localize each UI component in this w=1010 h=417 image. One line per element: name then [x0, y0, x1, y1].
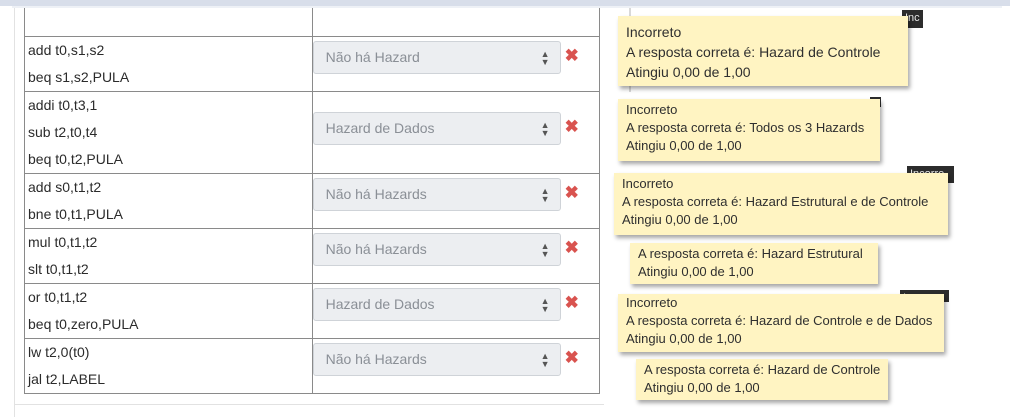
answer-select[interactable]: Não há Hazard ▲ ▼	[312, 41, 561, 74]
content-bottom-border	[14, 404, 604, 405]
incorrect-icon: ✖	[564, 238, 579, 257]
feedback-correct-answer: A resposta correta é: Hazard Estrutural	[638, 246, 863, 261]
answer-select[interactable]: Hazard de Dados ▲ ▼	[312, 112, 561, 145]
code-cell: add t0,s1,s2 beq s1,s2,PULA	[24, 36, 313, 92]
code-line: jal t2,LABEL	[28, 371, 106, 387]
incorrect-icon: ✖	[564, 46, 579, 65]
table-row: or t0,t1,t2 beq t0,zero,PULA Hazard de D…	[24, 283, 601, 339]
code-cell: mul t0,t1,t2 slt t0,t1,t2	[24, 228, 313, 284]
answer-cell	[311, 8, 601, 37]
code-line: bne t0,t1,PULA	[28, 206, 123, 222]
code-line: sub t2,t0,t4	[28, 124, 98, 140]
incorrect-icon: ✖	[564, 183, 579, 202]
feedback-score: Atingiu 0,00 de 1,00	[626, 64, 751, 80]
code-line: lw t2,0(t0)	[28, 344, 90, 360]
answer-select-value: Hazard de Dados	[325, 296, 435, 312]
table-row	[24, 8, 601, 37]
answer-select-value: Hazard de Dados	[325, 120, 435, 136]
feedback-score: Atingiu 0,00 de 1,00	[626, 138, 742, 153]
select-arrows-icon: ▲ ▼	[540, 120, 550, 138]
answer-cell: Hazard de Dados ▲ ▼ ✖	[311, 283, 601, 339]
select-arrows-icon: ▲ ▼	[540, 296, 550, 314]
answer-select[interactable]: Não há Hazards ▲ ▼	[312, 343, 561, 376]
table-row: mul t0,t1,t2 slt t0,t1,t2 Não há Hazards…	[24, 228, 601, 284]
answer-select-value: Não há Hazards	[325, 351, 427, 367]
feedback-tooltip: A resposta correta é: Hazard Estrutural …	[630, 243, 878, 284]
feedback-correct-answer: A resposta correta é: Hazard de Controle…	[626, 313, 933, 328]
code-line: mul t0,t1,t2	[28, 234, 98, 250]
table-row: add t0,s1,s2 beq s1,s2,PULA Não há Hazar…	[24, 36, 601, 92]
feedback-tooltip: Incorreto A resposta correta é: Hazard E…	[614, 173, 948, 235]
answer-select[interactable]: Não há Hazards ▲ ▼	[312, 178, 561, 211]
code-line: add t0,s1,s2	[28, 42, 105, 58]
code-line: beq t0,t2,PULA	[28, 151, 123, 167]
answer-cell: Não há Hazards ▲ ▼ ✖	[311, 228, 601, 284]
code-line: add s0,t1,t2	[28, 179, 102, 195]
feedback-correct-answer: A resposta correta é: Hazard de Controle	[626, 44, 881, 60]
feedback-correct-answer: A resposta correta é: Hazard de Controle	[644, 362, 881, 377]
incorrect-icon: ✖	[564, 117, 579, 136]
answer-cell: Não há Hazard ▲ ▼ ✖	[311, 36, 601, 92]
feedback-status: Incorreto	[622, 176, 674, 191]
incorrect-icon: ✖	[564, 348, 579, 367]
select-arrows-icon: ▲ ▼	[540, 186, 550, 204]
answer-select-value: Não há Hazards	[325, 241, 427, 257]
table-row: add s0,t1,t2 bne t0,t1,PULA Não há Hazar…	[24, 173, 601, 229]
code-cell: or t0,t1,t2 beq t0,zero,PULA	[24, 283, 313, 339]
feedback-score: Atingiu 0,00 de 1,00	[644, 380, 760, 395]
code-line: slt t0,t1,t2	[28, 261, 89, 277]
table-row: addi t0,t3,1 sub t2,t0,t4 beq t0,t2,PULA…	[24, 91, 601, 174]
feedback-tooltip: Incorreto A resposta correta é: Hazard d…	[618, 294, 944, 352]
select-arrows-icon: ▲ ▼	[540, 49, 550, 67]
feedback-correct-answer: A resposta correta é: Todos os 3 Hazards	[626, 120, 865, 135]
content-left-border	[14, 8, 15, 417]
answer-select[interactable]: Não há Hazards ▲ ▼	[312, 233, 561, 266]
code-cell: add s0,t1,t2 bne t0,t1,PULA	[24, 173, 313, 229]
answer-select-value: Não há Hazards	[325, 186, 427, 202]
answer-cell: Não há Hazards ▲ ▼ ✖	[311, 338, 601, 394]
answer-cell: Não há Hazards ▲ ▼ ✖	[311, 173, 601, 229]
feedback-tooltip: A resposta correta é: Hazard de Controle…	[636, 359, 888, 400]
feedback-status: Incorreto	[626, 295, 678, 310]
feedback-score: Atingiu 0,00 de 1,00	[622, 212, 738, 227]
code-line: or t0,t1,t2	[28, 289, 88, 305]
code-line: beq t0,zero,PULA	[28, 316, 139, 332]
code-line: beq s1,s2,PULA	[28, 69, 130, 85]
select-arrows-icon: ▲ ▼	[540, 241, 550, 259]
feedback-tooltip: Incorreto A resposta correta é: Hazard d…	[618, 16, 908, 86]
table-row: lw t2,0(t0) jal t2,LABEL Não há Hazards …	[24, 338, 601, 394]
feedback-score: Atingiu 0,00 de 1,00	[638, 264, 754, 279]
code-cell	[24, 8, 313, 37]
feedback-status: Incorreto	[626, 102, 678, 117]
feedback-status: Incorreto	[626, 24, 682, 40]
select-arrows-icon: ▲ ▼	[540, 351, 550, 369]
answer-select[interactable]: Hazard de Dados ▲ ▼	[312, 288, 561, 321]
code-cell: addi t0,t3,1 sub t2,t0,t4 beq t0,t2,PULA	[24, 91, 313, 174]
feedback-score: Atingiu 0,00 de 1,00	[626, 331, 742, 346]
code-line: addi t0,t3,1	[28, 97, 98, 113]
hazard-question-table: add t0,s1,s2 beq s1,s2,PULA Não há Hazar…	[24, 8, 601, 394]
code-cell: lw t2,0(t0) jal t2,LABEL	[24, 338, 313, 394]
feedback-tooltip: Incorreto A resposta correta é: Todos os…	[618, 99, 880, 161]
answer-select-value: Não há Hazard	[325, 49, 420, 65]
answer-cell: Hazard de Dados ▲ ▼ ✖	[311, 91, 601, 174]
feedback-correct-answer: A resposta correta é: Hazard Estrutural …	[622, 194, 929, 209]
incorrect-icon: ✖	[564, 293, 579, 312]
